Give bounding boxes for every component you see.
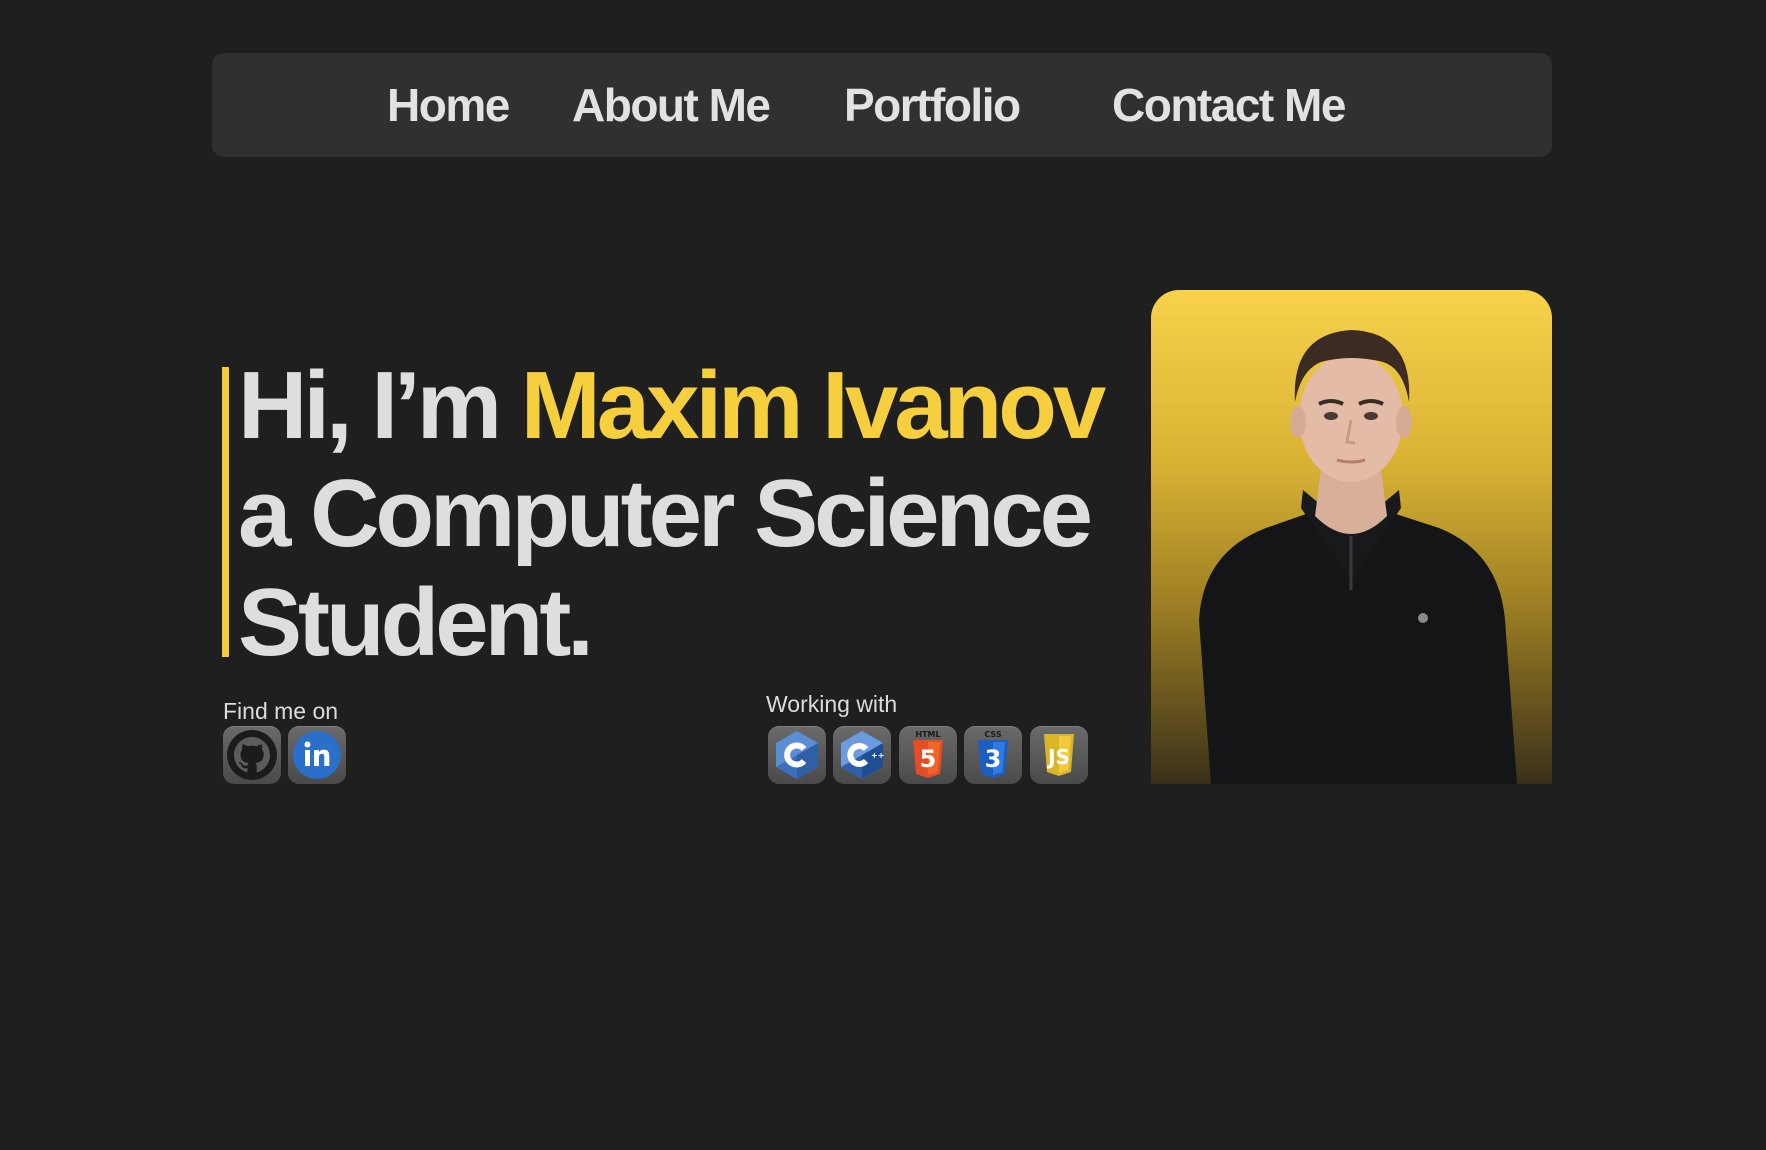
hero-heading-line2: a Computer Science [238, 460, 1093, 567]
html-badge-text: HTML [915, 730, 940, 739]
linkedin-icon [293, 731, 341, 779]
github-icon [227, 730, 277, 780]
hero-greeting: Hi, I’m [238, 352, 521, 459]
nav-about-link[interactable]: About Me [572, 79, 771, 131]
javascript-badge: JS [1030, 726, 1088, 784]
css3-badge: CSS 3 [964, 726, 1022, 784]
nav-portfolio-link[interactable]: Portfolio [844, 79, 1021, 131]
css3-icon: CSS 3 [978, 730, 1008, 778]
c-language-badge [768, 726, 826, 784]
js-badge-letters: JS [1046, 745, 1070, 769]
nav-home-link[interactable]: Home [387, 79, 510, 131]
html-badge-number: 5 [920, 745, 937, 773]
cpp-icon: ++ [841, 731, 884, 779]
page: Home About Me Portfolio Contact Me Hi, I… [0, 0, 1766, 1150]
navbar: Home About Me Portfolio Contact Me [212, 53, 1552, 157]
css-badge-number: 3 [985, 745, 1002, 773]
find-me-label: Find me on [223, 698, 339, 724]
linkedin-link[interactable] [288, 726, 346, 784]
github-link[interactable] [223, 726, 281, 784]
hero-accent-bar [222, 367, 229, 657]
working-with-label: Working with [766, 691, 898, 717]
nav-contact-link[interactable]: Contact Me [1112, 79, 1346, 131]
html5-badge: HTML 5 [899, 726, 957, 784]
svg-text:++: ++ [871, 751, 884, 760]
person-portrait [1199, 330, 1517, 784]
c-icon [776, 731, 818, 779]
cpp-language-badge: ++ [833, 726, 891, 784]
profile-photo [1151, 290, 1552, 784]
hero-heading-line1: Hi, I’m Maxim Ivanov [238, 356, 1106, 456]
css-badge-text: CSS [984, 730, 1001, 739]
hero-name: Maxim Ivanov [520, 352, 1107, 459]
javascript-icon: JS [1044, 734, 1074, 776]
html5-icon: HTML 5 [913, 730, 943, 778]
hero-heading-line3: Student. [238, 569, 594, 676]
